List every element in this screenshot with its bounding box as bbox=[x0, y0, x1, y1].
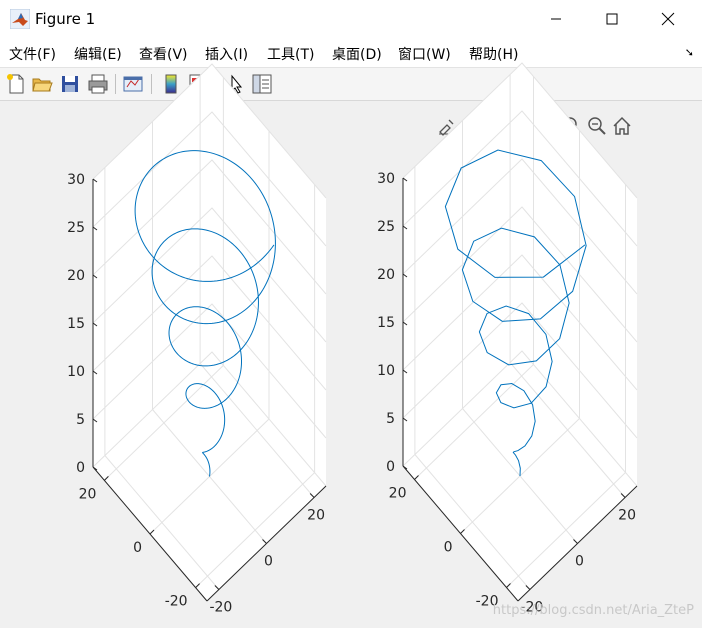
y-tick-label: 0 bbox=[444, 540, 453, 556]
x-tick-label: 20 bbox=[618, 508, 636, 524]
z-tick-label: 0 bbox=[386, 459, 395, 475]
y-tick-label: 20 bbox=[389, 486, 407, 502]
x-tick-label: 20 bbox=[307, 508, 325, 524]
z-tick-label: 20 bbox=[67, 268, 85, 284]
z-tick-label: 10 bbox=[377, 363, 395, 379]
x-tick-label: 0 bbox=[575, 554, 584, 570]
z-tick-label: 25 bbox=[377, 219, 395, 235]
z-tick-label: 30 bbox=[377, 171, 395, 187]
z-tick-label: 15 bbox=[67, 316, 85, 332]
z-tick-label: 0 bbox=[76, 460, 85, 476]
x-tick-label: 0 bbox=[264, 554, 273, 570]
z-tick-label: 10 bbox=[67, 364, 85, 380]
y-tick-label: 0 bbox=[133, 540, 142, 556]
y-tick-label: 20 bbox=[79, 486, 97, 502]
plot-area: 051015202530-20020-20020051015202530-200… bbox=[67, 62, 638, 616]
y-tick-label: -20 bbox=[165, 594, 188, 610]
z-tick-label: 5 bbox=[76, 412, 85, 428]
z-tick-label: 20 bbox=[377, 267, 395, 283]
z-tick-label: 30 bbox=[67, 172, 85, 188]
x-tick-label: -20 bbox=[209, 600, 232, 616]
watermark-text: https://blog.csdn.net/Aria_ZteP bbox=[492, 603, 694, 618]
z-tick-label: 5 bbox=[386, 411, 395, 427]
z-tick-label: 15 bbox=[377, 315, 395, 331]
z-tick-label: 25 bbox=[67, 220, 85, 236]
